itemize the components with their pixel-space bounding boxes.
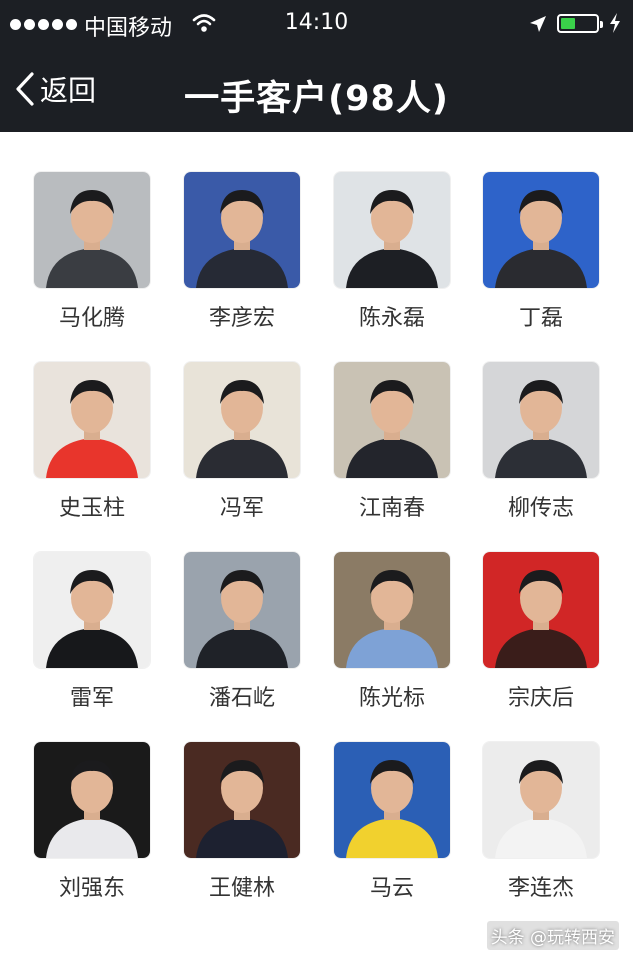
contact-name: 李连杰 xyxy=(507,876,574,901)
contact-avatar xyxy=(334,362,450,478)
contact-item[interactable]: 史玉柱 xyxy=(17,362,167,522)
contact-item[interactable]: 马云 xyxy=(317,742,467,902)
contact-avatar xyxy=(184,742,300,858)
contact-item[interactable]: 潘石屹 xyxy=(167,552,317,712)
nav-bar: 返回 一手客户(98人) xyxy=(0,50,633,132)
contact-avatar xyxy=(483,362,599,478)
contact-avatar xyxy=(184,172,300,288)
contact-avatar xyxy=(34,742,150,858)
contact-item[interactable]: 宗庆后 xyxy=(466,552,616,712)
contact-name: 潘石屹 xyxy=(208,686,275,711)
contact-item[interactable]: 王健林 xyxy=(167,742,317,902)
contact-name: 丁磊 xyxy=(518,306,563,331)
contact-item[interactable]: 陈光标 xyxy=(317,552,467,712)
header: 中国移动 14:10 返回 一手客户(98人) xyxy=(0,0,633,132)
contact-name: 冯军 xyxy=(219,496,264,521)
contact-avatar xyxy=(34,552,150,668)
contact-item[interactable]: 丁磊 xyxy=(466,172,616,332)
contact-name: 刘强东 xyxy=(58,876,125,901)
contact-name: 王健林 xyxy=(208,876,275,901)
contact-name: 史玉柱 xyxy=(58,496,125,521)
contact-avatar xyxy=(483,172,599,288)
contact-avatar xyxy=(483,552,599,668)
contact-item[interactable]: 刘强东 xyxy=(17,742,167,902)
contact-item[interactable]: 李彦宏 xyxy=(167,172,317,332)
contact-item[interactable]: 马化腾 xyxy=(17,172,167,332)
charging-bolt-icon xyxy=(610,13,620,33)
contact-avatar xyxy=(483,742,599,858)
contact-name: 柳传志 xyxy=(507,496,574,521)
contact-grid: 马化腾 李彦宏 陈永磊 丁磊史玉柱 冯军 江南春 柳传志雷军 潘石屹 陈光标 宗庆后刘强东 王健林 马… xyxy=(0,132,633,960)
contact-item[interactable]: 陈永磊 xyxy=(317,172,467,332)
contact-name: 李彦宏 xyxy=(208,306,275,331)
battery-icon xyxy=(557,14,603,33)
contact-avatar xyxy=(184,362,300,478)
contact-item[interactable]: 李连杰 xyxy=(466,742,616,902)
contact-avatar xyxy=(34,172,150,288)
contact-item[interactable]: 雷军 xyxy=(17,552,167,712)
contact-item[interactable]: 江南春 xyxy=(317,362,467,522)
watermark: 头条 @玩转西安 xyxy=(486,921,619,950)
page-title: 一手客户(98人) xyxy=(184,79,449,119)
contact-avatar xyxy=(334,172,450,288)
status-bar: 中国移动 14:10 xyxy=(0,0,633,50)
battery-level-fill xyxy=(561,18,575,29)
contact-item[interactable]: 柳传志 xyxy=(466,362,616,522)
contact-name: 江南春 xyxy=(358,496,425,521)
contact-name: 马云 xyxy=(369,876,414,901)
contact-avatar xyxy=(334,552,450,668)
contact-name: 雷军 xyxy=(69,686,114,711)
contact-avatar xyxy=(184,552,300,668)
contact-name: 宗庆后 xyxy=(507,686,574,711)
contact-avatar xyxy=(34,362,150,478)
contact-name: 陈永磊 xyxy=(358,306,425,331)
contact-name: 马化腾 xyxy=(58,306,125,331)
contact-item[interactable]: 冯军 xyxy=(167,362,317,522)
location-arrow-icon xyxy=(530,16,546,32)
contact-avatar xyxy=(334,742,450,858)
contact-name: 陈光标 xyxy=(358,686,425,711)
